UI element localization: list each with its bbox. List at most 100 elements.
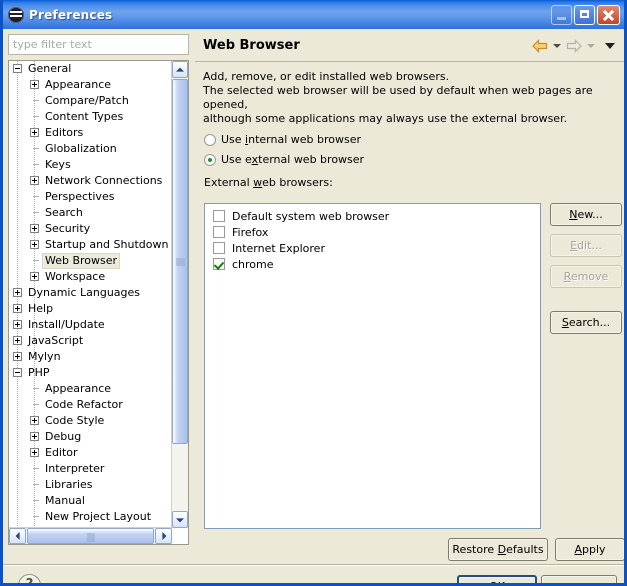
browser-list-item[interactable]: Default system web browser bbox=[205, 208, 540, 224]
tree-leaf-connector-icon bbox=[30, 400, 39, 409]
tree-expand-icon[interactable] bbox=[13, 319, 22, 329]
tree-collapse-icon[interactable] bbox=[13, 63, 22, 73]
browser-list-item[interactable]: Internet Explorer bbox=[205, 240, 540, 256]
minimize-icon[interactable] bbox=[551, 4, 572, 25]
scroll-up-icon[interactable] bbox=[172, 61, 188, 78]
external-browsers-label: External web browsers: bbox=[204, 176, 333, 189]
tree-item-code-style[interactable]: Code Style bbox=[9, 413, 172, 429]
title-bar[interactable]: Preferences bbox=[3, 0, 624, 29]
ok-button[interactable]: OK bbox=[457, 575, 537, 583]
page-description: Add, remove, or edit installed web brows… bbox=[195, 62, 624, 126]
tree-leaf-connector-icon bbox=[30, 512, 39, 521]
tree-item-editors[interactable]: Editors bbox=[9, 125, 172, 141]
tree-item-perspectives[interactable]: Perspectives bbox=[9, 189, 172, 205]
tree-expand-icon[interactable] bbox=[13, 287, 22, 297]
scroll-right-icon[interactable] bbox=[155, 528, 172, 544]
tree-item-content-types[interactable]: Content Types bbox=[9, 109, 172, 125]
tree-item-network-connections[interactable]: Network Connections bbox=[9, 173, 172, 189]
back-arrow-icon[interactable] bbox=[532, 38, 548, 53]
apply-button[interactable]: Apply bbox=[555, 538, 624, 561]
window-title: Preferences bbox=[29, 7, 113, 22]
browser-label: chrome bbox=[232, 257, 274, 271]
cancel-button[interactable]: Cancel bbox=[541, 575, 617, 583]
tree-expand-icon[interactable] bbox=[30, 175, 39, 185]
tree-item-keys[interactable]: Keys bbox=[9, 157, 172, 173]
radio-internal-indicator bbox=[204, 133, 216, 146]
tree-item-manual[interactable]: Manual bbox=[9, 493, 172, 509]
tree-horizontal-scrollbar[interactable] bbox=[9, 527, 172, 544]
view-menu-icon[interactable] bbox=[605, 42, 615, 49]
tree-expand-icon[interactable] bbox=[13, 351, 22, 361]
horizontal-scroll-thumb[interactable] bbox=[27, 528, 154, 544]
tree-item-compare-patch[interactable]: Compare/Patch bbox=[9, 93, 172, 109]
tree-vertical-scrollbar[interactable] bbox=[171, 61, 188, 528]
tree-item-mylyn[interactable]: Mylyn bbox=[9, 349, 172, 365]
browser-label: Default system web browser bbox=[232, 209, 390, 223]
description-line: Add, remove, or edit installed web brows… bbox=[203, 70, 450, 83]
tree-item-php[interactable]: PHP bbox=[9, 365, 172, 381]
new-button[interactable]: New... bbox=[550, 203, 622, 226]
tree-item-editor[interactable]: Editor bbox=[9, 445, 172, 461]
tree-item-interpreter[interactable]: Interpreter bbox=[9, 461, 172, 477]
tree-item-debug[interactable]: Debug bbox=[9, 429, 172, 445]
tree-expand-icon[interactable] bbox=[13, 335, 22, 345]
tree-expand-icon[interactable] bbox=[30, 271, 39, 281]
tree-item-label: General bbox=[28, 62, 72, 75]
close-icon[interactable] bbox=[597, 4, 620, 25]
browser-list-item[interactable]: Firefox bbox=[205, 224, 540, 240]
maximize-icon[interactable] bbox=[574, 4, 595, 25]
restore-defaults-button[interactable]: Restore Defaults bbox=[448, 538, 548, 561]
tree-item-general[interactable]: General bbox=[9, 61, 172, 77]
tree-expand-icon[interactable] bbox=[30, 79, 39, 89]
tree-expand-icon[interactable] bbox=[30, 415, 39, 425]
tree-item-install-update[interactable]: Install/Update bbox=[9, 317, 172, 333]
tree-item-search[interactable]: Search bbox=[9, 205, 172, 221]
external-browsers-list[interactable]: Default system web browser Firefox Interne… bbox=[204, 203, 541, 529]
tree-expand-icon[interactable] bbox=[30, 223, 39, 233]
radio-external-label: Use external web browser bbox=[221, 153, 365, 166]
tree-expand-icon[interactable] bbox=[13, 303, 22, 313]
tree-item-new-project-layout[interactable]: New Project Layout bbox=[9, 509, 172, 525]
tree-item-dynamic-languages[interactable]: Dynamic Languages bbox=[9, 285, 172, 301]
tree-collapse-icon[interactable] bbox=[13, 367, 22, 377]
radio-external-indicator bbox=[204, 153, 216, 166]
tree-item-appearance[interactable]: Appearance bbox=[9, 381, 172, 397]
tree-expand-icon[interactable] bbox=[30, 447, 39, 457]
tree-item-libraries[interactable]: Libraries bbox=[9, 477, 172, 493]
search-button[interactable]: Search... bbox=[550, 311, 622, 334]
browser-checkbox[interactable] bbox=[213, 226, 225, 238]
scroll-left-icon[interactable] bbox=[9, 528, 26, 544]
tree-item-javascript[interactable]: JavaScript bbox=[9, 333, 172, 349]
back-dropdown-icon[interactable] bbox=[553, 43, 561, 48]
tree-expand-icon[interactable] bbox=[30, 431, 39, 441]
browser-checkbox[interactable] bbox=[213, 210, 225, 222]
tree-item-label: JavaScript bbox=[28, 334, 84, 347]
tree-expand-icon[interactable] bbox=[30, 127, 39, 137]
tree-expand-icon[interactable] bbox=[30, 239, 39, 249]
browser-checkbox[interactable] bbox=[213, 258, 225, 270]
preferences-tree[interactable]: General Appearance Compare/Patch Content Ty… bbox=[8, 60, 189, 545]
tree-item-workspace[interactable]: Workspace bbox=[9, 269, 172, 285]
browser-checkbox[interactable] bbox=[213, 242, 225, 254]
tree-leaf-connector-icon bbox=[30, 208, 39, 217]
tree-rows: General Appearance Compare/Patch Content Ty… bbox=[9, 61, 172, 525]
radio-use-internal-browser[interactable]: Use internal web browser bbox=[195, 133, 624, 146]
tree-item-startup-and-shutdown[interactable]: Startup and Shutdown bbox=[9, 237, 172, 253]
tree-item-web-browser[interactable]: Web Browser bbox=[9, 253, 172, 269]
window-controls bbox=[551, 4, 624, 25]
filter-input[interactable] bbox=[8, 34, 189, 55]
tree-item-label: Content Types bbox=[45, 110, 124, 123]
tree-item-label: Debug bbox=[45, 430, 82, 443]
tree-item-label: Editor bbox=[45, 446, 78, 459]
tree-item-globalization[interactable]: Globalization bbox=[9, 141, 172, 157]
help-icon[interactable]: ? bbox=[18, 574, 41, 583]
radio-use-external-browser[interactable]: Use external web browser bbox=[195, 153, 624, 166]
forward-dropdown-icon bbox=[587, 43, 595, 48]
tree-item-appearance[interactable]: Appearance bbox=[9, 77, 172, 93]
tree-item-help[interactable]: Help bbox=[9, 301, 172, 317]
tree-item-code-refactor[interactable]: Code Refactor bbox=[9, 397, 172, 413]
scroll-down-icon[interactable] bbox=[172, 511, 188, 528]
vertical-scroll-thumb[interactable] bbox=[172, 79, 188, 444]
tree-item-security[interactable]: Security bbox=[9, 221, 172, 237]
browser-list-item[interactable]: chrome bbox=[205, 256, 540, 272]
